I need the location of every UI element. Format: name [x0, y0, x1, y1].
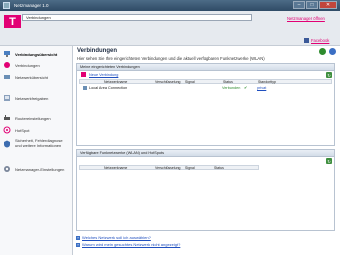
close-button[interactable]: ✕ [319, 1, 337, 9]
telekom-logo: T [4, 15, 21, 28]
sidebar-item-label: Verbindungen [15, 62, 40, 68]
sidebar-item-settings[interactable]: Netzmanager-Einstellungen [0, 165, 72, 173]
configured-table-header: Netzwerkname Verschlüsselung Signal Stat… [79, 79, 332, 84]
sidebar-item-security[interactable]: Sicherheit, Fehlerdiagnose und weitere I… [0, 138, 70, 148]
table-row[interactable]: Local Area Connection Verbunden ✔ privat [79, 85, 332, 91]
hotspot-icon [3, 126, 11, 134]
page-title: Verbindungen [77, 48, 118, 54]
help-links: ? Welches Netzwerk soll ich auswählen? ? W… [76, 235, 180, 249]
lan-icon [83, 86, 87, 90]
available-table-header: Netzwerkname Verschlüsselung Signal Stat… [79, 165, 259, 170]
status-icon [319, 48, 326, 55]
maximize-button[interactable]: □ [306, 1, 318, 9]
sidebar-item-shares[interactable]: Netzwerkfreigaben [0, 94, 72, 102]
sidebar: Verbindungsübersicht Verbindungen Netzwe… [0, 46, 73, 255]
configured-panel-header: Meine eingerichteten Verbindungen [77, 64, 334, 71]
column-header[interactable]: Signal [185, 166, 195, 170]
column-header[interactable]: Status [223, 80, 233, 84]
help-link[interactable]: Welches Netzwerk soll ich auswählen? [82, 235, 151, 240]
sidebar-item-label: Sicherheit, Fehlerdiagnose und weitere I… [15, 138, 63, 148]
open-manager-link[interactable]: Netzmanager öffnen [287, 16, 325, 21]
refresh-icon[interactable]: ↻ [326, 72, 332, 78]
minimize-button[interactable]: – [293, 1, 305, 9]
sidebar-item-label: Netzwerkfreigaben [15, 95, 49, 101]
column-header[interactable]: Standorttyp [258, 80, 276, 84]
question-icon: ? [76, 235, 80, 240]
location-type[interactable]: privat [257, 85, 266, 91]
sidebar-item-label: Netzmanager-Einstellungen [15, 166, 65, 172]
question-icon: ? [76, 242, 80, 247]
page-subtitle: Hier sehen Sie Ihre eingerichteten Verbi… [77, 56, 265, 61]
facebook-icon[interactable] [304, 38, 309, 43]
new-connection-link[interactable]: Neue Verbindung [89, 72, 118, 78]
sidebar-item-connections[interactable]: Verbindungen [0, 61, 72, 69]
column-header[interactable]: Status [214, 166, 224, 170]
column-header[interactable]: Signal [185, 80, 195, 84]
app-icon [3, 2, 10, 9]
sidebar-item-label: Verbindungsübersicht [15, 51, 58, 57]
sidebar-item-label: Netzwerkübersicht [15, 74, 48, 80]
connections-icon [3, 61, 11, 69]
help-link[interactable]: Warum wird mein gesuchtes Netzwerk nicht… [82, 242, 180, 247]
column-header[interactable]: Verschlüsselung [155, 80, 181, 84]
add-icon [81, 72, 86, 77]
refresh-icon[interactable]: ↻ [326, 158, 332, 164]
connection-name: Local Area Connection [89, 86, 128, 90]
sidebar-item-hotspot[interactable]: HotSpot [0, 126, 72, 134]
network-overview-icon [3, 50, 11, 58]
share-icon [3, 94, 11, 102]
address-field[interactable]: Verbindungen [22, 14, 252, 21]
sidebar-item-router[interactable]: Routereinstellungen [0, 114, 72, 122]
column-header[interactable]: Verschlüsselung [155, 166, 181, 170]
available-panel-header: Verfügbare Funknetzwerke (WLAN) und HotS… [77, 150, 334, 157]
sidebar-item-network-overview[interactable]: Netzwerkübersicht [0, 73, 72, 81]
settings-icon [3, 165, 11, 173]
window-titlebar: Netzmanager 1.0 – □ ✕ [0, 0, 340, 11]
router-icon [3, 114, 11, 122]
sidebar-item-label: HotSpot [15, 127, 30, 133]
available-networks-panel: Verfügbare Funknetzwerke (WLAN) und HotS… [76, 149, 335, 231]
column-header[interactable]: Netzwerkname [104, 166, 127, 170]
window-title: Netzmanager 1.0 [14, 3, 49, 8]
security-icon [3, 140, 11, 148]
sidebar-item-overview[interactable]: Verbindungsübersicht [0, 50, 72, 58]
main-content: Verbindungen Hier sehen Sie Ihre eingeri… [73, 46, 340, 255]
configured-connections-panel: Meine eingerichteten Verbindungen ↻ Neue… [76, 63, 335, 146]
facebook-link[interactable]: Facebook [311, 38, 329, 43]
column-header[interactable]: Netzwerkname [104, 80, 127, 84]
app-header: T Verbindungen Netzmanager öffnen Facebo… [0, 11, 340, 46]
check-icon: ✔ [244, 86, 248, 90]
sidebar-item-label: Routereinstellungen [15, 115, 51, 121]
help-icon[interactable] [329, 48, 336, 55]
connection-status: Verbunden [222, 86, 241, 90]
network-map-icon [3, 73, 11, 81]
